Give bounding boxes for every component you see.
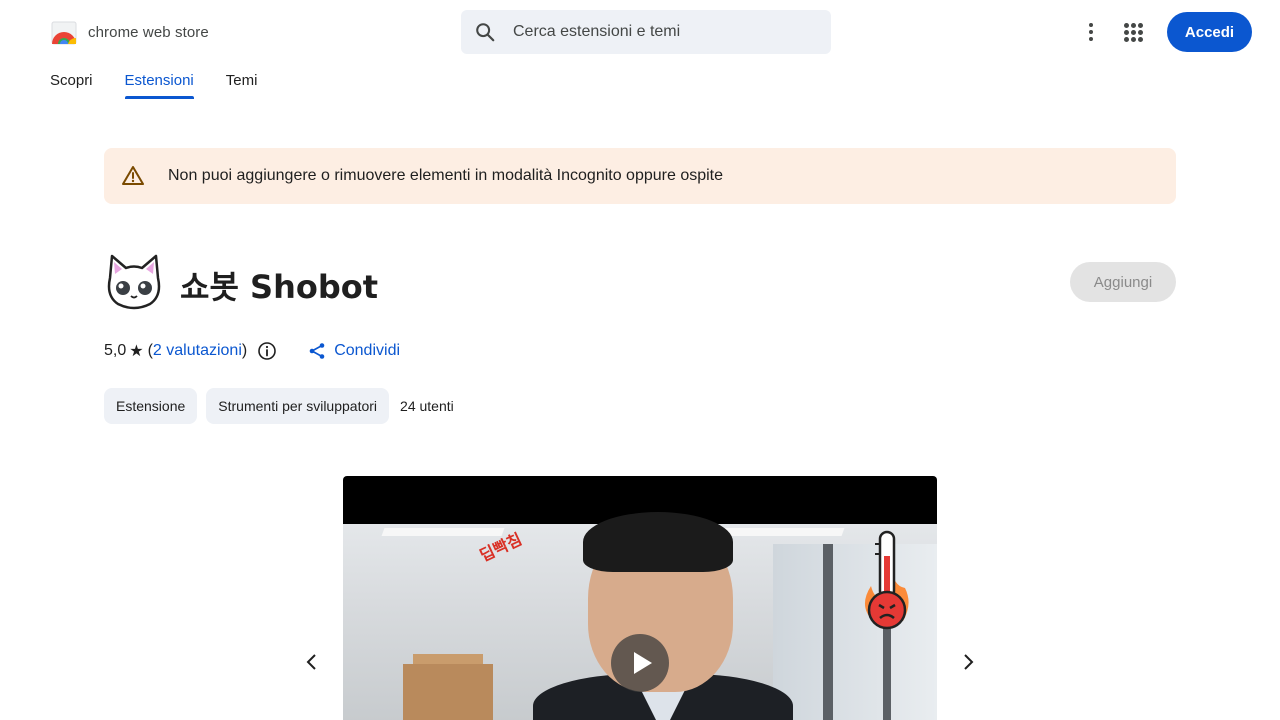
rating-close-paren: ) bbox=[241, 342, 248, 359]
extension-cat-icon bbox=[107, 254, 161, 310]
rating-score: 5,0 bbox=[104, 342, 127, 359]
angry-thermometer-icon bbox=[864, 530, 909, 630]
category-tabs: Scopri Estensioni Temi bbox=[50, 72, 289, 100]
category-chips: Estensione Strumenti per sviluppatori 24… bbox=[104, 388, 454, 424]
signin-button[interactable]: Accedi bbox=[1167, 12, 1252, 52]
ratings-link[interactable]: 2 valutazioni bbox=[153, 342, 242, 360]
add-extension-button[interactable]: Aggiungi bbox=[1070, 262, 1176, 302]
chip-strumenti-sviluppatori[interactable]: Strumenti per sviluppatori bbox=[206, 388, 390, 424]
store-logo[interactable]: chrome web store bbox=[50, 18, 209, 46]
incognito-warning-banner: Non puoi aggiungere o rimuovere elementi… bbox=[104, 148, 1176, 204]
info-icon[interactable] bbox=[257, 341, 277, 361]
star-icon: ★ bbox=[129, 343, 144, 360]
chrome-web-store-logo-icon bbox=[51, 21, 77, 45]
banner-message: Non puoi aggiungere o rimuovere elementi… bbox=[168, 167, 724, 184]
user-count: 24 utenti bbox=[400, 398, 454, 414]
more-vert-icon[interactable] bbox=[1080, 20, 1102, 44]
share-icon bbox=[309, 343, 325, 359]
apps-grid-icon[interactable] bbox=[1121, 20, 1145, 44]
tab-temi[interactable]: Temi bbox=[226, 72, 258, 100]
extension-title: 쇼봇 Shobot bbox=[180, 268, 379, 306]
chip-estensione[interactable]: Estensione bbox=[104, 388, 198, 424]
person-hair bbox=[583, 512, 733, 572]
store-name: chrome web store bbox=[88, 23, 209, 41]
chevron-left-icon[interactable] bbox=[300, 650, 324, 674]
share-label: Condividi bbox=[334, 342, 401, 359]
share-button[interactable]: Condividi bbox=[308, 342, 400, 360]
search-input[interactable] bbox=[513, 23, 803, 41]
search-box[interactable] bbox=[461, 10, 831, 54]
top-bar: chrome web store Accedi bbox=[0, 0, 1280, 64]
chevron-right-icon[interactable] bbox=[956, 650, 980, 674]
cardboard-box bbox=[403, 664, 493, 720]
video-preview[interactable]: 딥빡침 bbox=[343, 476, 937, 720]
play-icon[interactable] bbox=[611, 634, 669, 692]
ceiling-light bbox=[721, 528, 845, 536]
search-icon[interactable] bbox=[474, 21, 496, 43]
rating-row: 5,0 ★ ( 2 valutazioni ) Condividi bbox=[104, 341, 400, 361]
warning-icon bbox=[122, 166, 144, 185]
tab-scopri[interactable]: Scopri bbox=[50, 72, 93, 100]
tab-estensioni[interactable]: Estensioni bbox=[124, 72, 194, 100]
ceiling-light bbox=[381, 528, 505, 536]
